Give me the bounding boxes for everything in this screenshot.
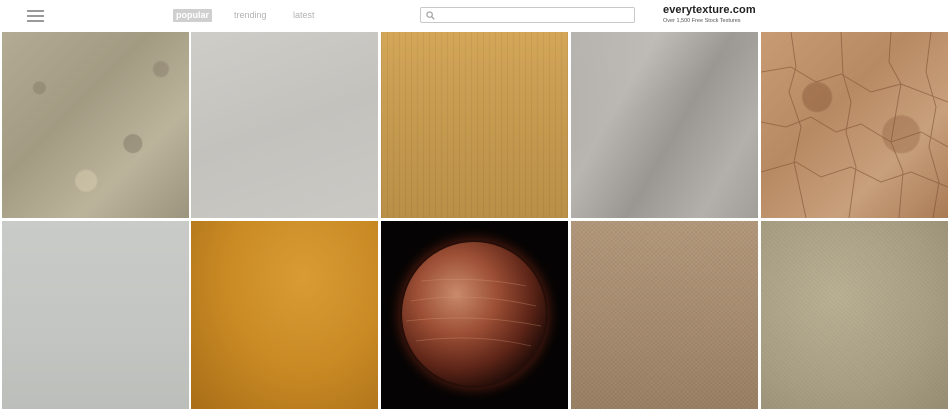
planet-image — [381, 221, 568, 409]
site-tagline: Over 1,500 Free Stock Textures — [663, 18, 741, 24]
brand: everytexture.com Over 1,500 Free Stock T… — [663, 4, 756, 24]
texture-tile-planet[interactable] — [381, 221, 568, 409]
search-icon — [426, 11, 435, 20]
texture-tile-stone[interactable] — [2, 32, 189, 218]
site-header: popular trending latest everytexture.com… — [0, 0, 950, 32]
texture-tile-grey-paper[interactable] — [2, 221, 189, 409]
texture-tile-gold[interactable] — [191, 221, 378, 409]
texture-tile-cracked-dirt[interactable] — [761, 32, 948, 218]
texture-tile-paper[interactable] — [191, 32, 378, 218]
texture-tile-cardboard[interactable] — [381, 32, 568, 218]
texture-tile-linen[interactable] — [761, 221, 948, 409]
hamburger-icon[interactable] — [27, 9, 44, 23]
crack-pattern — [761, 32, 948, 218]
texture-tile-canvas[interactable] — [571, 221, 758, 409]
tab-popular[interactable]: popular — [173, 9, 212, 22]
tab-latest[interactable]: latest — [293, 9, 315, 22]
search-box — [420, 7, 635, 23]
site-logo[interactable]: everytexture.com — [663, 4, 756, 16]
search-input[interactable] — [439, 8, 629, 22]
tab-trending[interactable]: trending — [234, 9, 267, 22]
texture-grid — [2, 32, 948, 409]
texture-tile-fabric[interactable] — [571, 32, 758, 218]
